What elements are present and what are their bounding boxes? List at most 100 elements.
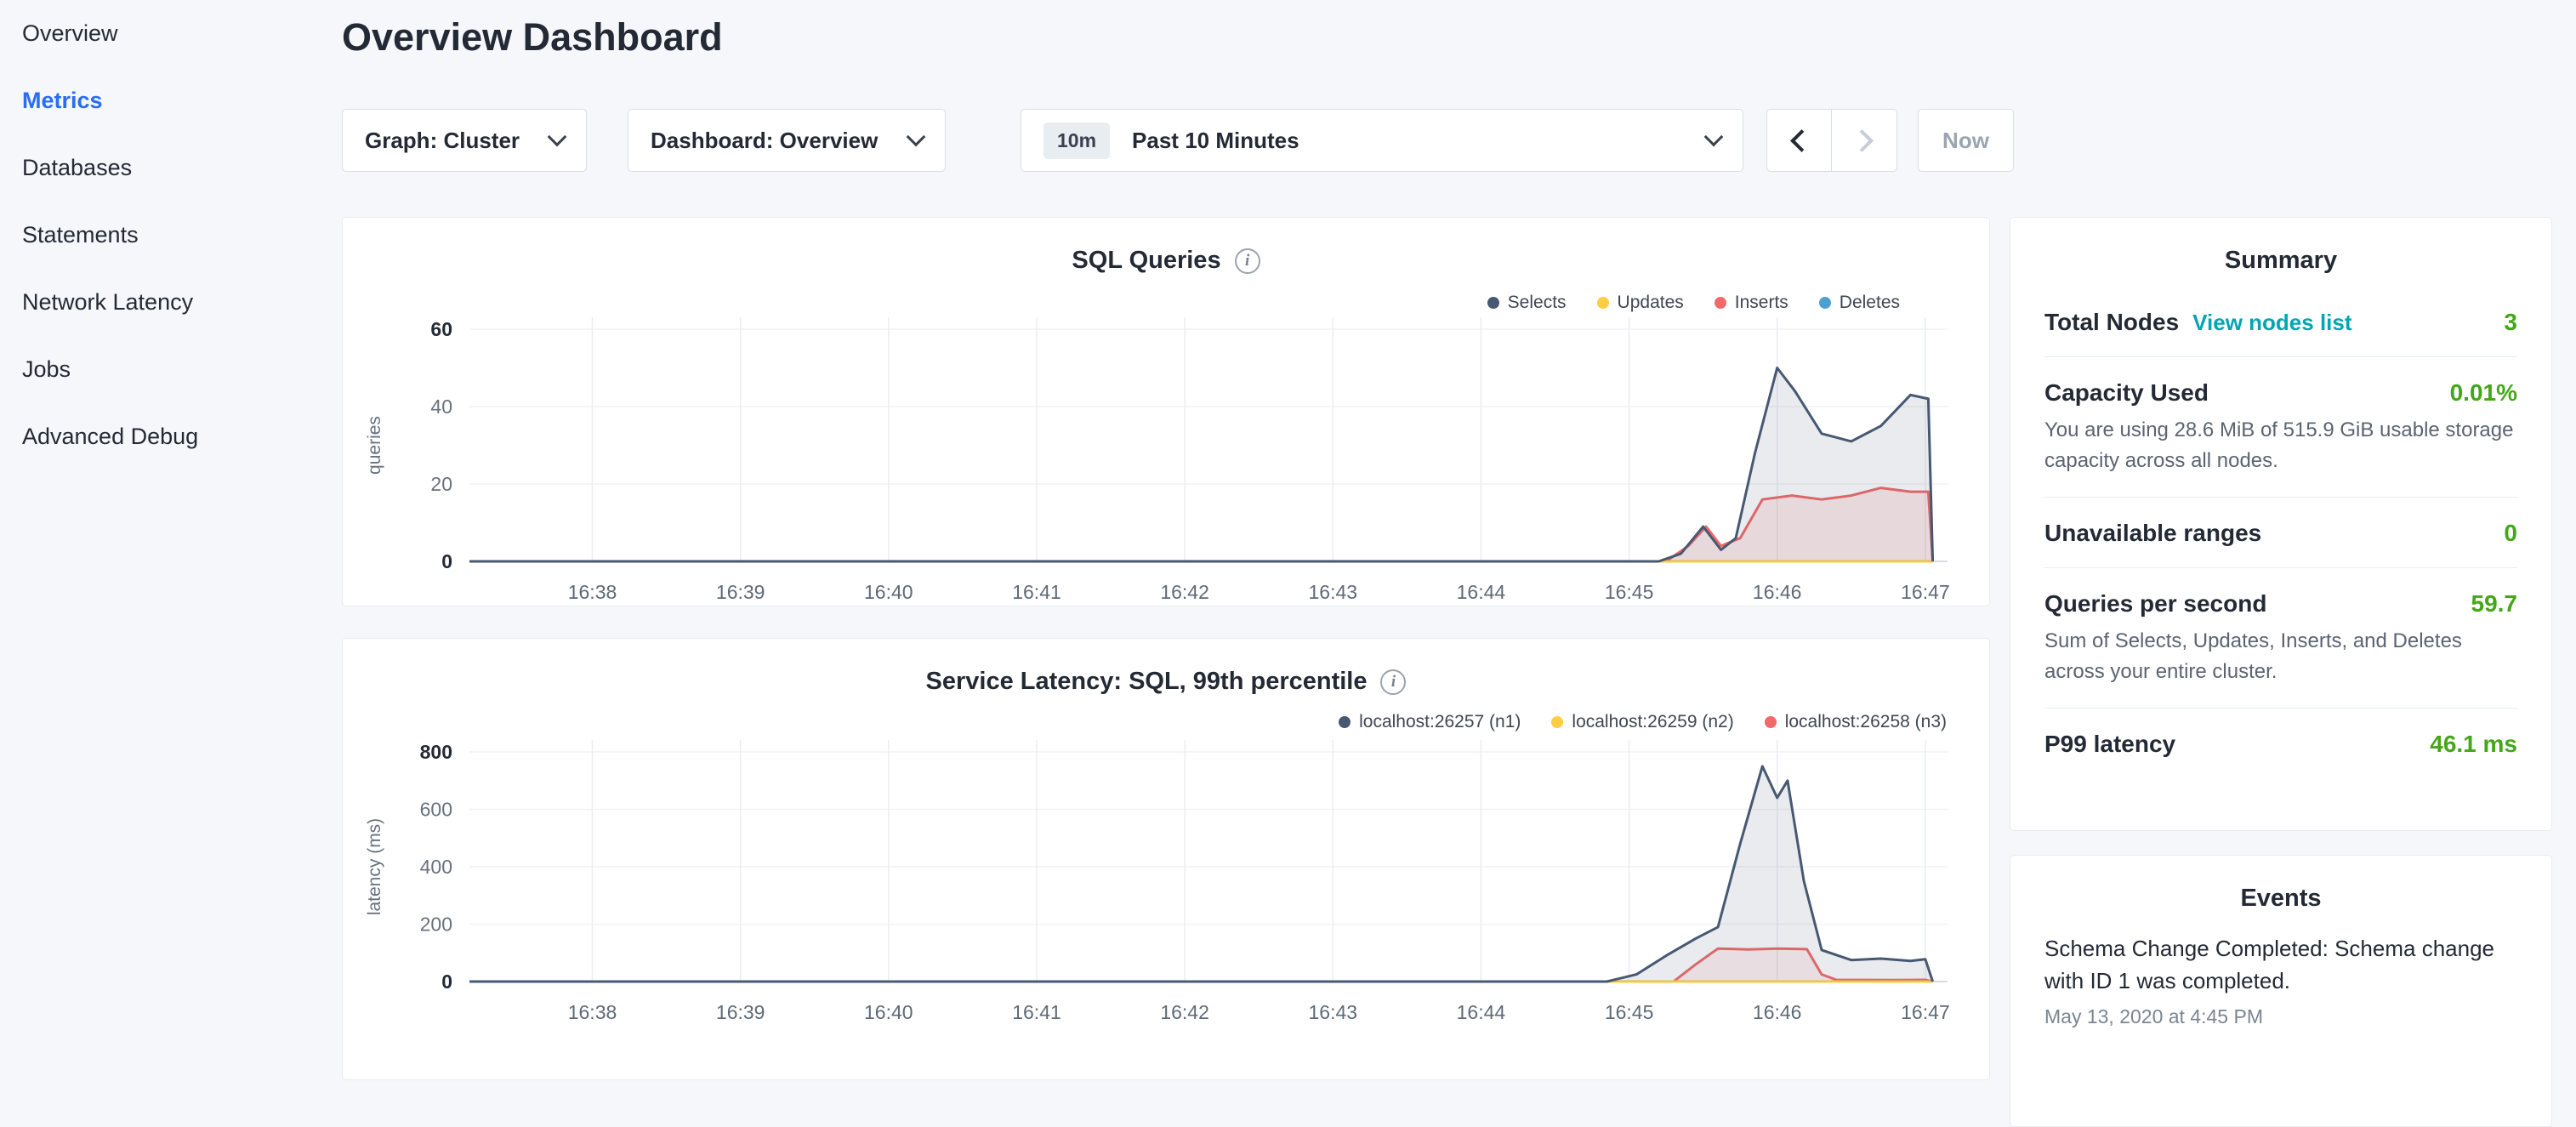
info-icon[interactable] [1380, 669, 1406, 695]
events-title: Events [2044, 856, 2517, 913]
svg-text:40: 40 [430, 396, 452, 418]
chevron-right-icon [1851, 129, 1874, 152]
legend-label: Deletes [1840, 293, 1900, 313]
summary-description: You are using 28.6 MiB of 515.9 GiB usab… [2044, 415, 2517, 476]
dashboard-dropdown-label: Dashboard: Overview [651, 128, 878, 154]
summary-row: Queries per second59.7Sum of Selects, Up… [2044, 568, 2517, 709]
summary-label: Queries per second [2044, 590, 2266, 618]
time-backward-button[interactable] [1766, 109, 1832, 172]
svg-text:16:38: 16:38 [568, 1001, 617, 1023]
chart-legend-1: localhost:26257 (n1) localhost:26259 (n2)… [1339, 712, 1947, 732]
svg-text:0: 0 [441, 550, 452, 572]
legend-dot [1339, 716, 1351, 728]
sidebar-item-network-latency[interactable]: Network Latency [22, 269, 332, 336]
chart-svg-1: 020040060080016:3816:3916:4016:4116:4216… [343, 639, 1990, 1080]
sql-queries-chart-card: 020406016:3816:3916:4016:4116:4216:4316:… [342, 217, 1990, 606]
sidebar-item-jobs[interactable]: Jobs [22, 336, 332, 403]
service-latency-chart-card: 020040060080016:3816:3916:4016:4116:4216… [342, 638, 1990, 1080]
svg-text:16:40: 16:40 [864, 581, 913, 603]
svg-text:16:44: 16:44 [1457, 1001, 1506, 1023]
svg-text:16:46: 16:46 [1753, 1001, 1802, 1023]
svg-text:0: 0 [441, 970, 452, 993]
chevron-left-icon [1790, 129, 1813, 152]
now-button[interactable]: Now [1918, 109, 2014, 172]
page-title: Overview Dashboard [342, 15, 723, 60]
legend-label: localhost:26258 (n3) [1785, 712, 1947, 732]
svg-text:16:47: 16:47 [1901, 581, 1950, 603]
svg-text:16:46: 16:46 [1753, 581, 1802, 603]
summary-value: 0.01% [2450, 379, 2517, 407]
summary-description: Sum of Selects, Updates, Inserts, and De… [2044, 626, 2517, 687]
summary-row: P99 latency 46.1 ms [2044, 709, 2517, 778]
legend-item[interactable]: Selects [1487, 293, 1567, 313]
sidebar-nav: OverviewMetricsDatabasesStatementsNetwor… [0, 0, 332, 470]
summary-title: Summary [2044, 218, 2517, 275]
dashboard-dropdown[interactable]: Dashboard: Overview [628, 109, 946, 172]
svg-text:600: 600 [420, 799, 452, 821]
time-pager [1766, 109, 1897, 172]
chevron-down-icon [907, 128, 926, 147]
legend-item[interactable]: localhost:26259 (n2) [1551, 712, 1733, 732]
svg-text:16:41: 16:41 [1012, 581, 1061, 603]
svg-text:16:42: 16:42 [1160, 581, 1209, 603]
legend-item[interactable]: Deletes [1819, 293, 1900, 313]
sidebar-item-advanced-debug[interactable]: Advanced Debug [22, 403, 332, 470]
chart-title-row: SQL Queries [343, 247, 1989, 275]
svg-text:16:45: 16:45 [1605, 1001, 1654, 1023]
legend-item[interactable]: Updates [1597, 293, 1684, 313]
legend-dot [1765, 716, 1777, 728]
svg-text:16:44: 16:44 [1457, 581, 1506, 603]
sidebar-item-statements[interactable]: Statements [22, 202, 332, 269]
event-item: Schema Change Completed: Schema change w… [2044, 933, 2517, 1028]
legend-label: Selects [1508, 293, 1567, 313]
svg-text:16:43: 16:43 [1309, 581, 1358, 603]
legend-item[interactable]: localhost:26258 (n3) [1765, 712, 1947, 732]
legend-item[interactable]: localhost:26257 (n1) [1339, 712, 1521, 732]
legend-dot [1714, 297, 1726, 309]
summary-label: Total Nodes [2044, 309, 2179, 336]
legend-label: localhost:26257 (n1) [1359, 712, 1521, 732]
svg-text:200: 200 [420, 914, 452, 936]
legend-dot [1487, 297, 1499, 309]
chevron-down-icon [1704, 128, 1724, 147]
summary-row: Unavailable ranges 0 [2044, 498, 2517, 568]
summary-value: 3 [2504, 309, 2517, 336]
svg-text:60: 60 [430, 318, 452, 340]
graph-dropdown[interactable]: Graph: Cluster [342, 109, 587, 172]
legend-label: Updates [1618, 293, 1684, 313]
svg-text:16:45: 16:45 [1605, 581, 1654, 603]
legend-dot [1819, 297, 1831, 309]
sidebar-item-metrics[interactable]: Metrics [22, 67, 332, 134]
chart-title: Service Latency: SQL, 99th percentile [926, 668, 1368, 696]
legend-dot [1597, 297, 1609, 309]
sidebar-item-overview[interactable]: Overview [22, 0, 332, 67]
time-window-badge: 10m [1043, 122, 1110, 159]
graph-dropdown-label: Graph: Cluster [365, 128, 520, 154]
svg-text:16:43: 16:43 [1309, 1001, 1358, 1023]
svg-text:latency (ms): latency (ms) [365, 818, 384, 915]
event-text: Schema Change Completed: Schema change w… [2044, 933, 2517, 997]
time-window-picker[interactable]: 10m Past 10 Minutes [1021, 109, 1743, 172]
svg-text:800: 800 [420, 741, 452, 763]
chevron-down-icon [548, 128, 567, 147]
summary-value: 0 [2504, 520, 2517, 547]
time-forward-button[interactable] [1832, 109, 1897, 172]
svg-text:16:47: 16:47 [1901, 1001, 1950, 1023]
summary-label: P99 latency [2044, 731, 2175, 758]
summary-value: 46.1 ms [2430, 731, 2517, 758]
summary-label: Capacity Used [2044, 379, 2209, 407]
summary-row: Capacity Used 0.01% You are using 28.6 MiB… [2044, 357, 2517, 498]
sidebar-item-databases[interactable]: Databases [22, 134, 332, 202]
chart-legend-0: Selects Updates Inserts Deletes [1487, 293, 1900, 313]
summary-label: Unavailable ranges [2044, 520, 2261, 547]
legend-item[interactable]: Inserts [1714, 293, 1788, 313]
chart-title-row: Service Latency: SQL, 99th percentile [343, 668, 1989, 696]
chart-title: SQL Queries [1072, 247, 1220, 275]
view-nodes-link[interactable]: View nodes list [2192, 310, 2351, 336]
events-list: Schema Change Completed: Schema change w… [2044, 933, 2517, 1028]
legend-label: Inserts [1735, 293, 1788, 313]
info-icon[interactable] [1235, 248, 1260, 274]
svg-text:16:41: 16:41 [1012, 1001, 1061, 1023]
chart-svg-0: 020406016:3816:3916:4016:4116:4216:4316:… [343, 218, 1990, 606]
svg-text:16:39: 16:39 [716, 1001, 765, 1023]
